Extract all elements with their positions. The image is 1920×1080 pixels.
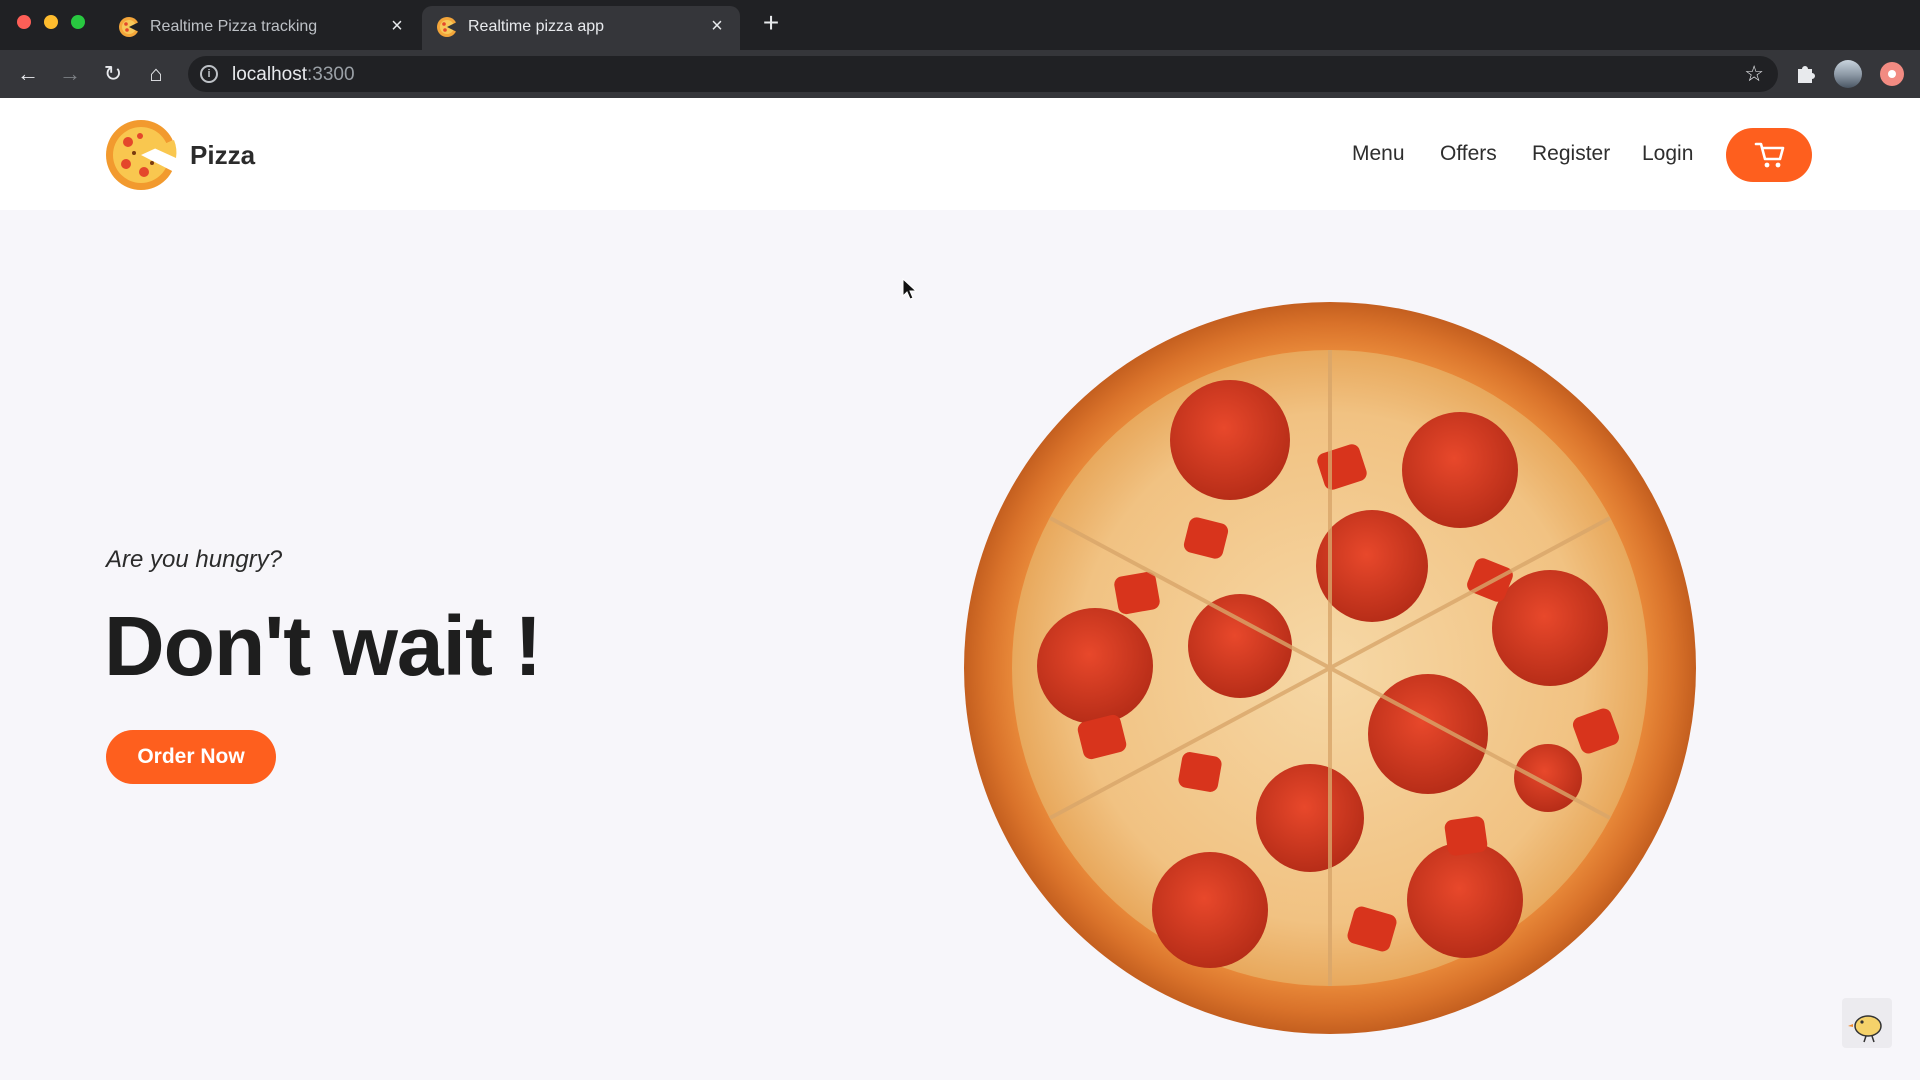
window-minimize-button[interactable]	[44, 15, 58, 29]
tab-close-icon[interactable]: ×	[706, 15, 728, 37]
hero-subtitle: Are you hungry?	[106, 546, 283, 573]
hero-title: Don't wait !	[104, 599, 542, 693]
mouse-cursor-icon	[902, 278, 918, 300]
nav-link-offers[interactable]: Offers	[1440, 142, 1497, 166]
nav-link-login[interactable]: Login	[1642, 142, 1693, 166]
url-host: localhost	[232, 64, 307, 85]
browser-tab-pizza-app[interactable]: Realtime pizza app ×	[422, 6, 740, 50]
star-icon[interactable]: ☆	[1744, 61, 1764, 87]
home-icon[interactable]: ⌂	[142, 60, 170, 88]
window-close-button[interactable]	[17, 15, 31, 29]
url-port: :3300	[307, 64, 355, 85]
site-header: Pizza Menu Offers Register Login	[0, 98, 1920, 210]
address-bar[interactable]: i localhost:3300 ☆	[188, 56, 1778, 92]
tab-title: Realtime pizza app	[468, 18, 605, 35]
chick-icon[interactable]	[1842, 998, 1892, 1048]
new-tab-icon[interactable]: +	[758, 9, 784, 37]
web-page: Pizza Menu Offers Register Login Are you…	[0, 98, 1920, 1080]
pizza-favicon-icon	[119, 17, 140, 37]
tab-close-icon[interactable]: ×	[386, 15, 408, 37]
pizza-logo-icon[interactable]	[104, 118, 178, 192]
pizza-favicon-icon	[437, 17, 458, 37]
order-now-button[interactable]: Order Now	[106, 730, 276, 784]
cart-button[interactable]	[1726, 128, 1812, 182]
tab-title: Realtime Pizza tracking	[150, 18, 318, 35]
nav-link-menu[interactable]: Menu	[1352, 142, 1405, 166]
browser-tab-strip: Realtime Pizza tracking × Realtime pizza…	[0, 0, 1920, 50]
extensions-icon[interactable]	[1792, 60, 1818, 86]
brand-name[interactable]: Pizza	[190, 140, 255, 171]
forward-arrow-icon[interactable]: →	[56, 60, 84, 88]
cart-icon	[1754, 142, 1785, 168]
back-arrow-icon[interactable]: ←	[14, 60, 42, 88]
nav-link-register[interactable]: Register	[1532, 142, 1610, 166]
browser-tab-tracking[interactable]: Realtime Pizza tracking ×	[104, 6, 420, 50]
address-url: localhost:3300	[232, 64, 355, 86]
window-maximize-button[interactable]	[71, 15, 85, 29]
browser-toolbar: ← → ↻ ⌂ i localhost:3300 ☆	[0, 50, 1920, 98]
browser-menu-icon[interactable]	[1880, 62, 1904, 86]
profile-avatar[interactable]	[1834, 60, 1862, 88]
info-icon[interactable]: i	[200, 65, 218, 83]
pizza-hero-image	[964, 302, 1696, 1034]
reload-icon[interactable]: ↻	[99, 60, 127, 88]
